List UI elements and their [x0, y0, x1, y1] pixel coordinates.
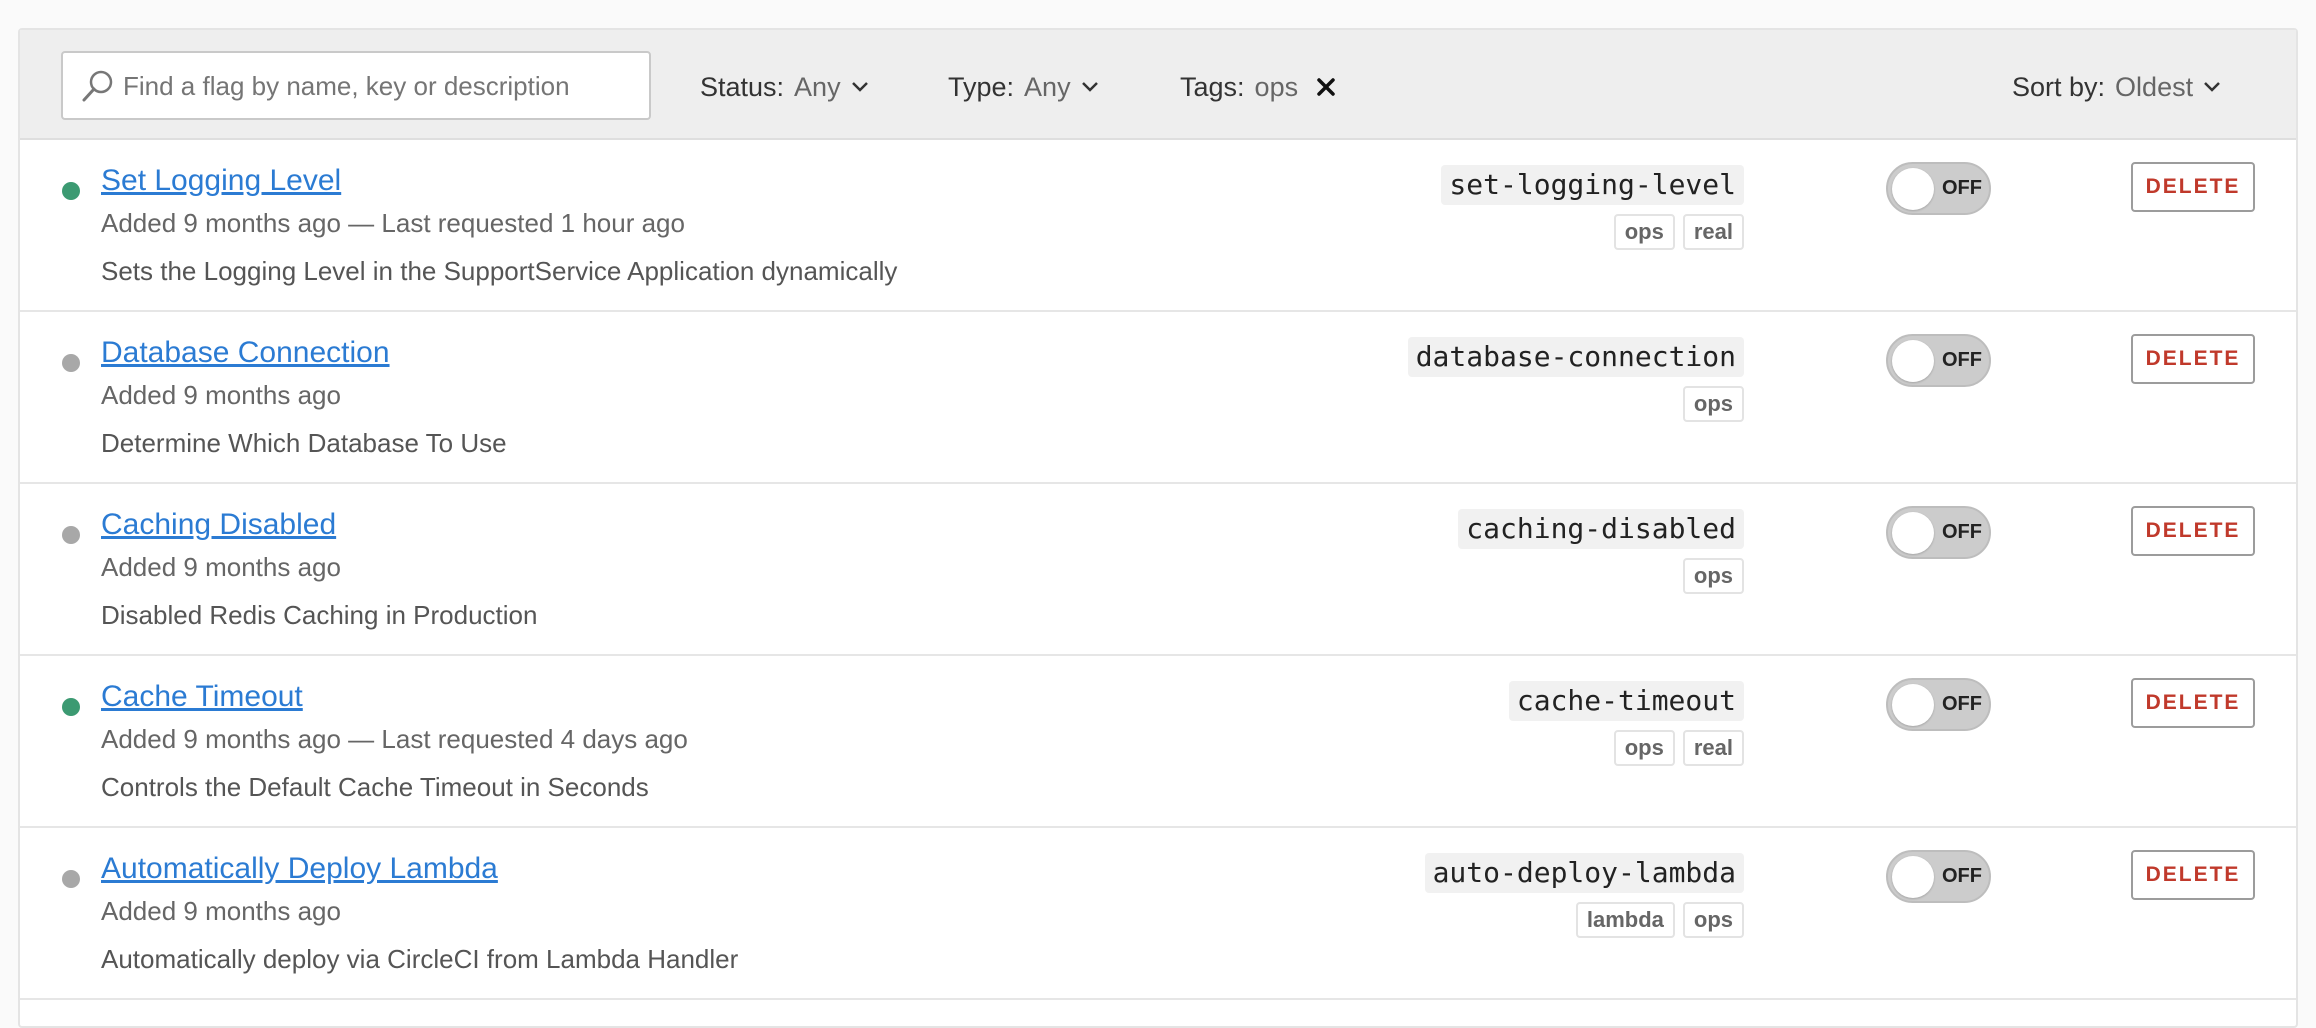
flag-meta: Added 9 months ago [101, 380, 341, 410]
flag-name-link[interactable]: Database Connection [101, 336, 390, 370]
chevron-down-icon [851, 82, 868, 92]
flag-name-link[interactable]: Cache Timeout [101, 680, 303, 714]
flag-description: Determine Which Database To Use [101, 428, 507, 458]
flag-name-link[interactable]: Automatically Deploy Lambda [101, 852, 498, 886]
tag-badge: lambda [1575, 902, 1675, 938]
flag-tags: ops real [1613, 214, 1744, 250]
tag-badge: ops [1682, 386, 1744, 422]
delete-button[interactable]: DELETE [2131, 850, 2255, 900]
flag-key: auto-deploy-lambda [1424, 853, 1744, 893]
chevron-down-icon [1081, 82, 1098, 92]
flag-row: Caching Disabled Added 9 months ago Disabl… [20, 484, 2296, 656]
flag-toggle[interactable]: OFF [1886, 678, 1991, 731]
search-box[interactable] [61, 51, 651, 120]
clear-tags-icon[interactable] [1316, 77, 1336, 97]
flag-description: Sets the Logging Level in the SupportSer… [101, 256, 898, 286]
flag-row: Automatically Deploy Lambda Added 9 month… [20, 828, 2296, 1000]
flag-description: Controls the Default Cache Timeout in Se… [101, 772, 649, 802]
tags-filter[interactable]: Tags: ops [1180, 70, 1336, 104]
flag-toggle[interactable]: OFF [1886, 850, 1991, 903]
status-dot-inactive [62, 354, 80, 372]
toggle-label: OFF [1942, 693, 1982, 715]
tag-badge: ops [1613, 214, 1675, 250]
flag-key: cache-timeout [1508, 681, 1744, 721]
flag-tags: ops [1682, 558, 1744, 594]
flag-toggle[interactable]: OFF [1886, 162, 1991, 215]
flag-description: Disabled Redis Caching in Production [101, 600, 538, 630]
search-input[interactable] [123, 61, 643, 111]
chevron-down-icon [2204, 82, 2220, 92]
sort-filter-value: Oldest [2115, 71, 2194, 102]
flag-tags: ops [1682, 386, 1744, 422]
flag-row: Database Connection Added 9 months ago Det… [20, 312, 2296, 484]
tags-filter-label: Tags: [1180, 71, 1245, 102]
flags-panel: Status: Any Type: Any Tags: ops Sort by:… [18, 28, 2298, 1028]
flag-tags: lambda ops [1575, 902, 1744, 938]
flag-key: database-connection [1407, 337, 1744, 377]
flag-toggle[interactable]: OFF [1886, 506, 1991, 559]
tag-badge: real [1682, 730, 1744, 766]
toggle-knob [1892, 856, 1934, 898]
toggle-knob [1892, 340, 1934, 382]
tag-badge: real [1682, 214, 1744, 250]
type-filter-value: Any [1024, 71, 1071, 102]
toggle-label: OFF [1942, 521, 1982, 543]
sort-filter-label: Sort by: [2012, 71, 2106, 102]
type-filter[interactable]: Type: Any [948, 70, 1099, 104]
toggle-knob [1892, 512, 1934, 554]
status-dot-inactive [62, 526, 80, 544]
toggle-knob [1892, 684, 1934, 726]
flag-meta: Added 9 months ago — Last requested 1 ho… [101, 208, 685, 238]
status-dot-active [62, 182, 80, 200]
type-filter-label: Type: [948, 71, 1015, 102]
delete-button[interactable]: DELETE [2131, 162, 2255, 212]
delete-button[interactable]: DELETE [2131, 678, 2255, 728]
flag-key: caching-disabled [1458, 509, 1744, 549]
toggle-label: OFF [1942, 177, 1982, 199]
flag-name-link[interactable]: Caching Disabled [101, 508, 336, 542]
flag-name-link[interactable]: Set Logging Level [101, 164, 341, 198]
flag-meta: Added 9 months ago — Last requested 4 da… [101, 724, 688, 754]
filter-bar: Status: Any Type: Any Tags: ops Sort by:… [20, 30, 2296, 140]
toggle-label: OFF [1942, 349, 1982, 371]
flag-tags: ops real [1613, 730, 1744, 766]
status-filter-label: Status: [700, 71, 785, 102]
status-filter-value: Any [794, 71, 841, 102]
delete-button[interactable]: DELETE [2131, 506, 2255, 556]
tag-badge: ops [1682, 558, 1744, 594]
flag-description: Automatically deploy via CircleCI from L… [101, 944, 739, 974]
search-icon [82, 70, 113, 102]
status-dot-active [62, 698, 80, 716]
flag-row: Cache Timeout Added 9 months ago — Last r… [20, 656, 2296, 828]
delete-button[interactable]: DELETE [2131, 334, 2255, 384]
status-dot-inactive [62, 870, 80, 888]
status-filter[interactable]: Status: Any [700, 70, 869, 104]
flag-meta: Added 9 months ago [101, 552, 341, 582]
tag-badge: ops [1682, 902, 1744, 938]
toggle-knob [1892, 168, 1934, 210]
toggle-label: OFF [1942, 865, 1982, 887]
flag-key: set-logging-level [1441, 165, 1744, 205]
tags-filter-value: ops [1254, 71, 1299, 102]
tag-badge: ops [1613, 730, 1675, 766]
sort-filter[interactable]: Sort by: Oldest [2012, 70, 2221, 104]
flag-row: Set Logging Level Added 9 months ago — La… [20, 140, 2296, 312]
flag-toggle[interactable]: OFF [1886, 334, 1991, 387]
flag-meta: Added 9 months ago [101, 896, 341, 926]
